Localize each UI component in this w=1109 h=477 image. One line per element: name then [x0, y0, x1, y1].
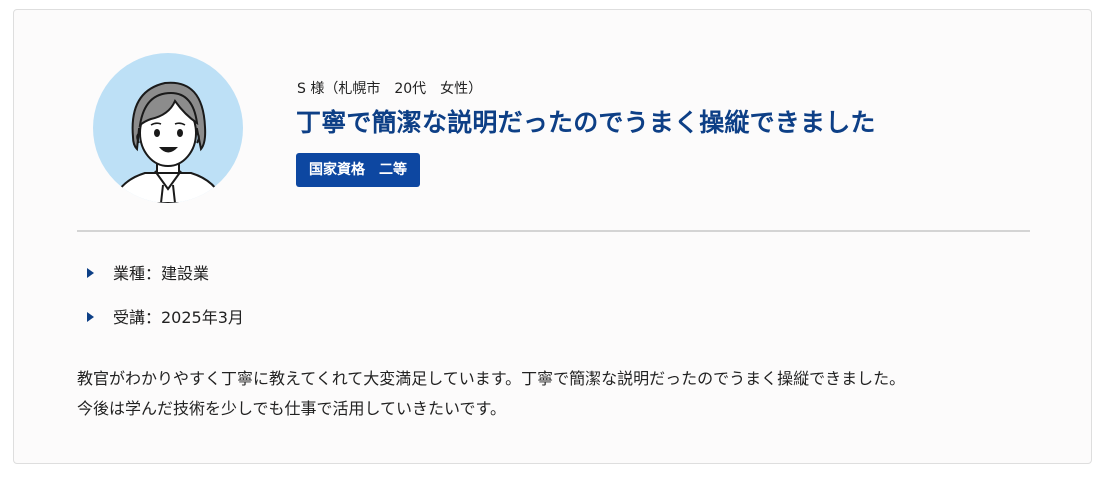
detail-item-course-date: 受講：2025年3月 [87, 304, 244, 348]
customer-meta: S 様（札幌市 20代 女性） [297, 81, 483, 97]
person-avatar-icon [111, 81, 225, 203]
detail-label: 受講：2025年3月 [113, 308, 244, 327]
testimonial-card: S 様（札幌市 20代 女性） 丁寧で簡潔な説明だったのでうまく操縦できました … [13, 9, 1092, 464]
triangle-right-icon [87, 268, 94, 278]
body-line: 今後は学んだ技術を少しでも仕事で活用していきたいです。 [77, 399, 506, 418]
detail-label: 業種：建設業 [113, 264, 210, 283]
body-line: 教官がわかりやすく丁寧に教えてくれて大変満足しています。丁寧で簡潔な説明だったの… [77, 369, 906, 388]
triangle-right-icon [87, 312, 94, 322]
qualification-badge: 国家資格 二等 [296, 153, 420, 187]
divider [77, 230, 1030, 232]
detail-list: 業種：建設業 受講：2025年3月 [87, 260, 244, 348]
testimonial-body: 教官がわかりやすく丁寧に教えてくれて大変満足しています。丁寧で簡潔な説明だったの… [77, 364, 1067, 424]
avatar [93, 53, 243, 203]
detail-item-industry: 業種：建設業 [87, 260, 244, 304]
testimonial-title: 丁寧で簡潔な説明だったのでうまく操縦できました [296, 108, 876, 137]
